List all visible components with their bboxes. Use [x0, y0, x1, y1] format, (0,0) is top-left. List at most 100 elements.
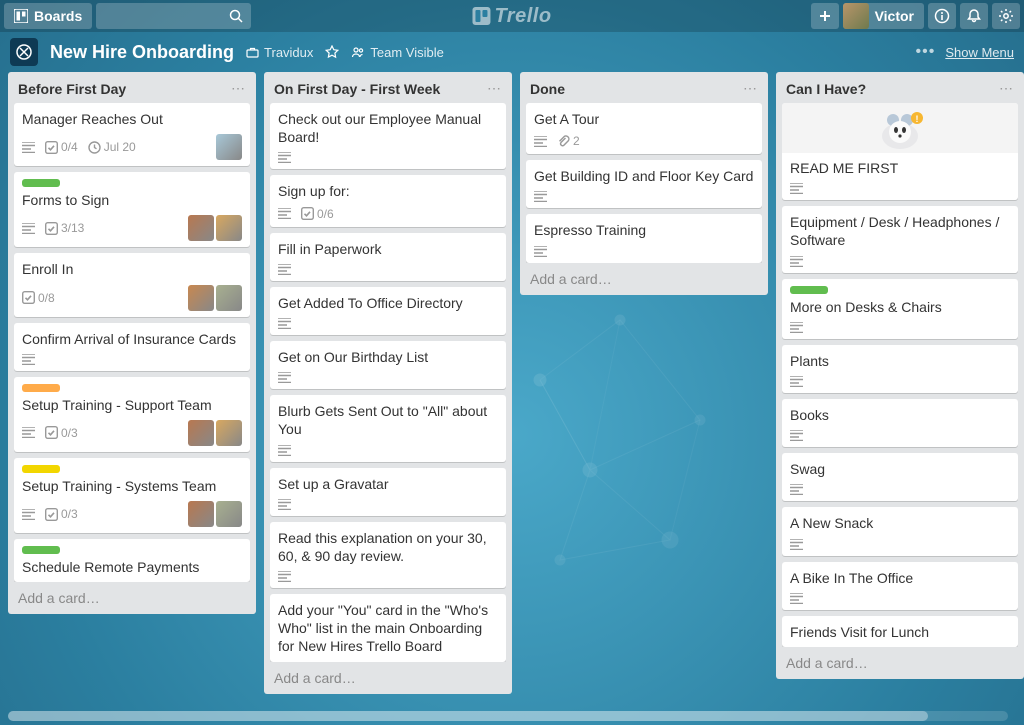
notifications-button[interactable] — [960, 3, 988, 29]
description-icon — [278, 372, 291, 383]
add-card-button[interactable]: Add a card… — [520, 263, 768, 295]
clock-icon — [88, 141, 101, 154]
card[interactable]: Get Added To Office Directory — [270, 287, 506, 335]
trello-logo[interactable]: Trello — [472, 5, 551, 28]
card[interactable]: Forms to Sign3/13 — [14, 172, 250, 247]
card[interactable]: Add your "You" card in the "Who's Who" l… — [270, 594, 506, 662]
member-avatar[interactable] — [216, 134, 242, 160]
user-menu[interactable]: Victor — [843, 3, 924, 29]
card[interactable]: Check out our Employee Manual Board! — [270, 103, 506, 169]
card[interactable]: Plants — [782, 345, 1018, 393]
list-menu-button[interactable]: ⋯ — [999, 80, 1014, 97]
card-badges — [278, 152, 498, 163]
card[interactable]: Friends Visit for Lunch — [782, 616, 1018, 647]
card[interactable]: Blurb Gets Sent Out to "All" about You — [270, 395, 506, 461]
card[interactable]: Books — [782, 399, 1018, 447]
search-input[interactable] — [96, 3, 251, 29]
description-icon — [534, 136, 547, 147]
card[interactable]: Equipment / Desk / Headphones / Software — [782, 206, 1018, 272]
card-badges: 3/13 — [22, 215, 242, 241]
description-icon — [278, 152, 291, 163]
card-badges — [278, 318, 498, 329]
card[interactable]: Get Building ID and Floor Key Card — [526, 160, 762, 208]
card-badges — [790, 256, 1010, 267]
card[interactable]: !READ ME FIRST — [782, 103, 1018, 200]
card-labels — [22, 179, 242, 187]
create-button[interactable] — [811, 3, 839, 29]
description-icon — [22, 223, 35, 234]
list-cards: !READ ME FIRSTEquipment / Desk / Headpho… — [776, 103, 1024, 647]
list-menu-button[interactable]: ⋯ — [743, 80, 758, 97]
card[interactable]: Setup Training - Support Team0/3 — [14, 377, 250, 452]
description-icon — [790, 256, 803, 267]
add-card-button[interactable]: Add a card… — [8, 582, 256, 614]
member-avatar[interactable] — [188, 420, 214, 446]
show-menu-button[interactable]: Show Menu — [945, 45, 1014, 60]
card[interactable]: Schedule Remote Payments — [14, 539, 250, 582]
card[interactable]: Confirm Arrival of Insurance Cards — [14, 323, 250, 371]
description-icon — [278, 208, 291, 219]
team-name: Travidux — [264, 45, 313, 60]
list-menu-button[interactable]: ⋯ — [487, 80, 502, 97]
description-icon — [790, 539, 803, 550]
list-title[interactable]: Done — [530, 81, 565, 97]
member-avatar[interactable] — [188, 501, 214, 527]
description-icon — [790, 430, 803, 441]
card[interactable]: More on Desks & Chairs — [782, 279, 1018, 339]
board-avatar — [10, 38, 38, 66]
team-link[interactable]: Travidux — [246, 45, 313, 60]
card-members — [188, 215, 242, 241]
list-header: On First Day - First Week ⋯ — [264, 72, 512, 103]
member-avatar[interactable] — [216, 215, 242, 241]
card[interactable]: Enroll In0/8 — [14, 253, 250, 316]
description-icon — [22, 427, 35, 438]
checklist-icon — [301, 207, 314, 220]
card[interactable]: Swag — [782, 453, 1018, 501]
card-badges — [22, 354, 242, 365]
list-title[interactable]: On First Day - First Week — [274, 81, 440, 97]
card[interactable]: Set up a Gravatar — [270, 468, 506, 516]
member-avatar[interactable] — [216, 501, 242, 527]
card-title: Espresso Training — [534, 221, 754, 239]
card-badges — [278, 264, 498, 275]
board-canvas[interactable]: Before First Day ⋯ Manager Reaches Out0/4J… — [0, 72, 1024, 713]
board-title[interactable]: New Hire Onboarding — [50, 42, 234, 63]
card-labels — [22, 384, 242, 392]
card-title: Setup Training - Support Team — [22, 396, 242, 414]
add-card-button[interactable]: Add a card… — [776, 647, 1024, 679]
add-card-button[interactable]: Add a card… — [264, 662, 512, 694]
card[interactable]: Read this explanation on your 30, 60, & … — [270, 522, 506, 588]
card[interactable]: A Bike In The Office — [782, 562, 1018, 610]
card-labels — [22, 546, 242, 554]
list-menu-button[interactable]: ⋯ — [231, 80, 246, 97]
list-title[interactable]: Before First Day — [18, 81, 126, 97]
list-title[interactable]: Can I Have? — [786, 81, 866, 97]
card[interactable]: Get on Our Birthday List — [270, 341, 506, 389]
settings-button[interactable] — [992, 3, 1020, 29]
description-icon — [790, 376, 803, 387]
info-button[interactable] — [928, 3, 956, 29]
card-badges — [790, 484, 1010, 495]
member-avatar[interactable] — [216, 420, 242, 446]
member-avatar[interactable] — [216, 285, 242, 311]
card[interactable]: Manager Reaches Out0/4Jul 20 — [14, 103, 250, 166]
card[interactable]: Get A Tour2 — [526, 103, 762, 154]
member-avatar[interactable] — [188, 285, 214, 311]
card[interactable]: Setup Training - Systems Team0/3 — [14, 458, 250, 533]
trello-logo-text: Trello — [494, 5, 551, 28]
card-badges — [278, 499, 498, 510]
card[interactable]: Fill in Paperwork — [270, 233, 506, 281]
card[interactable]: A New Snack — [782, 507, 1018, 555]
boards-button[interactable]: Boards — [4, 3, 92, 29]
horizontal-scrollbar[interactable] — [8, 711, 1008, 721]
card-title: Blurb Gets Sent Out to "All" about You — [278, 402, 498, 438]
visibility-button[interactable]: Team Visible — [351, 45, 443, 60]
description-icon — [22, 354, 35, 365]
card[interactable]: Sign up for:0/6 — [270, 175, 506, 226]
star-button[interactable] — [325, 45, 339, 59]
card-badges — [790, 183, 1010, 194]
card-badges — [790, 539, 1010, 550]
card-title: Get on Our Birthday List — [278, 348, 498, 366]
member-avatar[interactable] — [188, 215, 214, 241]
card[interactable]: Espresso Training — [526, 214, 762, 262]
